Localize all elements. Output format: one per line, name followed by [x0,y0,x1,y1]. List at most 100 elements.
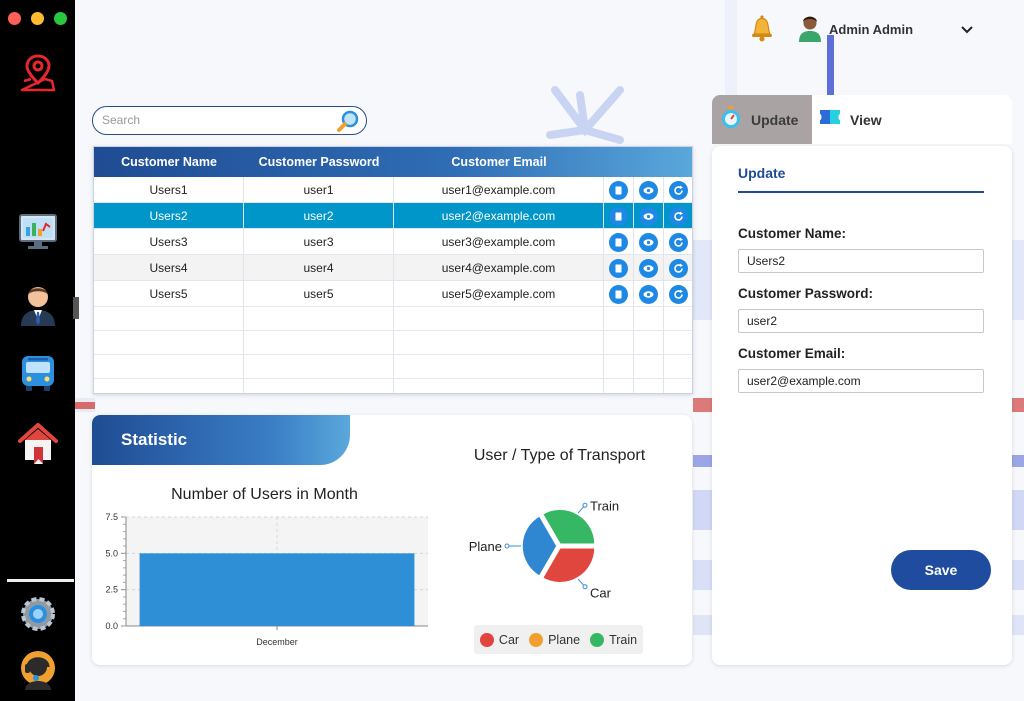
view-icon[interactable] [639,233,658,252]
empty-cell [94,331,244,355]
tab-update[interactable]: Update [712,95,812,144]
search-input[interactable] [102,111,332,129]
pie-label-dot [582,584,588,590]
action-cell [604,229,634,255]
delete-icon[interactable] [609,259,628,278]
tab-view[interactable]: View [812,95,1012,144]
empty-cell [634,379,664,393]
avatar[interactable] [797,14,823,47]
stopwatch-icon [720,105,742,134]
empty-cell [664,331,692,355]
customer-name-field[interactable] [738,249,984,273]
legend-label: Train [609,632,638,647]
empty-cell [664,355,692,379]
form-title: Update [738,165,786,181]
empty-cell [664,379,692,393]
sidebar [0,0,75,701]
settings-icon[interactable] [17,593,59,635]
table-row[interactable]: Users4 user4 user4@example.com [94,255,692,281]
legend-swatch [590,632,605,647]
empty-cell [664,307,692,331]
action-cell [604,281,634,307]
table-header: Customer Name Customer Password Customer… [94,147,692,177]
home-icon[interactable] [17,420,59,466]
empty-cell [604,379,634,393]
delete-icon[interactable] [609,233,628,252]
map-pin-icon[interactable] [17,52,59,94]
column-header-password[interactable]: Customer Password [244,147,394,177]
user-icon[interactable] [17,280,59,328]
action-cell [634,203,664,229]
empty-row [94,331,692,355]
view-icon[interactable] [639,207,658,226]
empty-row [94,307,692,331]
delete-icon[interactable] [609,285,628,304]
legend-label: Car [498,632,520,647]
minimize-window-button[interactable] [31,12,44,25]
refresh-icon[interactable] [669,233,688,252]
save-button[interactable]: Save [891,550,991,590]
cell-name: Users3 [94,229,244,255]
legend-item[interactable]: Car [479,632,520,647]
legend-item[interactable]: Plane [529,632,580,647]
tab-view-label: View [850,111,882,128]
legend-swatch [479,632,494,647]
chevron-down-icon[interactable] [960,22,974,41]
empty-cell [394,331,604,355]
table-row[interactable]: Users2 user2 user2@example.com [94,203,692,229]
support-icon[interactable] [17,645,59,691]
delete-icon[interactable] [609,181,628,200]
table-row[interactable]: Users5 user5 user5@example.com [94,281,692,307]
customer-password-label: Customer Password: [738,286,874,301]
cell-email: user2@example.com [394,203,604,229]
action-cell [664,281,692,307]
empty-cell [244,307,394,331]
delete-icon[interactable] [609,207,628,226]
empty-cell [634,331,664,355]
table-row[interactable]: Users3 user3 user3@example.com [94,229,692,255]
column-header-email[interactable]: Customer Email [394,147,604,177]
cell-password: user1 [244,177,394,203]
table-row[interactable]: Users1 user1 user1@example.com [94,177,692,203]
cell-name: Users1 [94,177,244,203]
action-cell [634,229,664,255]
view-icon[interactable] [639,259,658,278]
action-cell [634,281,664,307]
refresh-icon[interactable] [669,181,688,200]
column-header-name[interactable]: Customer Name [94,147,244,177]
legend-swatch [529,632,544,647]
refresh-icon[interactable] [669,207,688,226]
legend-item[interactable]: Train [590,632,638,647]
tab-update-label: Update [751,111,799,128]
ticket-icon [818,107,842,132]
customer-name-label: Customer Name: [738,226,847,241]
maximize-window-button[interactable] [54,12,67,25]
close-window-button[interactable] [8,12,21,25]
pie-label-dot [582,502,588,508]
refresh-icon[interactable] [669,259,688,278]
action-cell [664,255,692,281]
empty-cell [94,307,244,331]
bell-icon[interactable] [750,14,774,47]
dashboard-icon[interactable] [17,210,59,252]
view-icon[interactable] [639,181,658,200]
customer-email-field[interactable] [738,369,984,393]
customer-email-label: Customer Email: [738,346,846,361]
search-icon[interactable] [336,109,360,138]
bus-icon[interactable] [17,352,59,394]
action-cell [664,229,692,255]
empty-cell [394,355,604,379]
statistic-card: Statistic Number of Users in Month User … [92,415,692,665]
form-title-underline [738,191,984,193]
action-cell [634,255,664,281]
cell-password: user2 [244,203,394,229]
pie-label: Train [590,498,619,513]
empty-row [94,355,692,379]
customer-password-field[interactable] [738,309,984,333]
sidebar-divider [7,579,74,582]
cell-email: user3@example.com [394,229,604,255]
view-icon[interactable] [639,285,658,304]
refresh-icon[interactable] [669,285,688,304]
action-cell [664,177,692,203]
user-name[interactable]: Admin Admin [829,22,913,37]
